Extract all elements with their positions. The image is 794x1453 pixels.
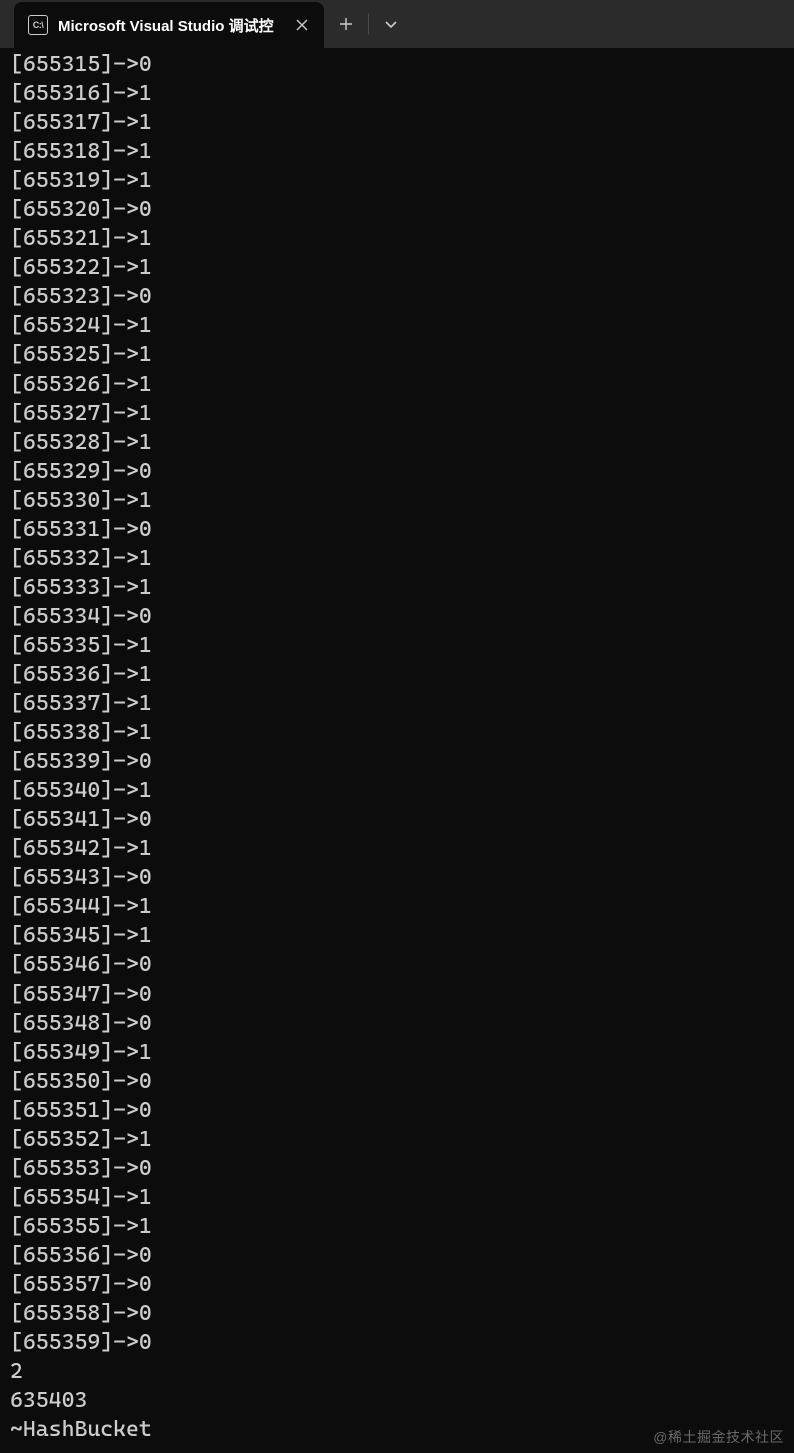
- console-line: [655339]->0: [10, 747, 784, 776]
- titlebar-actions: [324, 0, 413, 48]
- console-line: [655328]->1: [10, 428, 784, 457]
- console-line: [655346]->0: [10, 950, 784, 979]
- console-line: [655341]->0: [10, 805, 784, 834]
- console-line: [655351]->0: [10, 1096, 784, 1125]
- close-tab-button[interactable]: [290, 13, 314, 37]
- console-line: [655333]->1: [10, 573, 784, 602]
- console-line: [655342]->1: [10, 834, 784, 863]
- console-line: [655356]->0: [10, 1241, 784, 1270]
- console-line: [655320]->0: [10, 195, 784, 224]
- console-line: [655319]->1: [10, 166, 784, 195]
- plus-icon: [339, 17, 353, 31]
- console-line: [655329]->0: [10, 457, 784, 486]
- console-line: [655354]->1: [10, 1183, 784, 1212]
- console-line: [655334]->0: [10, 602, 784, 631]
- console-line: [655331]->0: [10, 515, 784, 544]
- console-line: [655330]->1: [10, 486, 784, 515]
- terminal-icon: C:\: [28, 15, 48, 35]
- console-line: [655323]->0: [10, 282, 784, 311]
- console-line: [655357]->0: [10, 1270, 784, 1299]
- console-line: [655327]->1: [10, 399, 784, 428]
- console-line: [655335]->1: [10, 631, 784, 660]
- new-tab-button[interactable]: [324, 0, 368, 48]
- console-line: [655347]->0: [10, 980, 784, 1009]
- close-icon: [296, 19, 308, 31]
- console-line: [655336]->1: [10, 660, 784, 689]
- console-line: [655322]->1: [10, 253, 784, 282]
- console-line: [655352]->1: [10, 1125, 784, 1154]
- console-line: [655337]->1: [10, 689, 784, 718]
- console-line: [655359]->0: [10, 1328, 784, 1357]
- console-line: [655348]->0: [10, 1009, 784, 1038]
- console-line: [655350]->0: [10, 1067, 784, 1096]
- watermark: @稀土掘金技术社区: [653, 1427, 784, 1447]
- console-line: [655340]->1: [10, 776, 784, 805]
- chevron-down-icon: [384, 17, 398, 31]
- active-tab[interactable]: C:\ Microsoft Visual Studio 调试控: [14, 2, 324, 48]
- console-line: [655316]->1: [10, 79, 784, 108]
- console-line: [655353]->0: [10, 1154, 784, 1183]
- console-line: [655326]->1: [10, 370, 784, 399]
- console-line: [655315]->0: [10, 50, 784, 79]
- console-line: [655317]->1: [10, 108, 784, 137]
- console-line: [655358]->0: [10, 1299, 784, 1328]
- console-line: [655321]->1: [10, 224, 784, 253]
- console-line: [655318]->1: [10, 137, 784, 166]
- console-line: [655332]->1: [10, 544, 784, 573]
- console-line: [655325]->1: [10, 340, 784, 369]
- console-line: [655324]->1: [10, 311, 784, 340]
- console-line: 2: [10, 1357, 784, 1386]
- console-line: [655343]->0: [10, 863, 784, 892]
- console-line: [655345]->1: [10, 921, 784, 950]
- tab-dropdown-button[interactable]: [369, 0, 413, 48]
- console-line: 635403: [10, 1386, 784, 1415]
- console-line: [655349]->1: [10, 1038, 784, 1067]
- console-line: [655338]->1: [10, 718, 784, 747]
- console-line: [655344]->1: [10, 892, 784, 921]
- tab-title: Microsoft Visual Studio 调试控: [58, 15, 274, 36]
- titlebar: C:\ Microsoft Visual Studio 调试控: [0, 0, 794, 48]
- console-line: [655355]->1: [10, 1212, 784, 1241]
- console-output[interactable]: [655315]->0[655316]->1[655317]->1[655318…: [0, 48, 794, 1444]
